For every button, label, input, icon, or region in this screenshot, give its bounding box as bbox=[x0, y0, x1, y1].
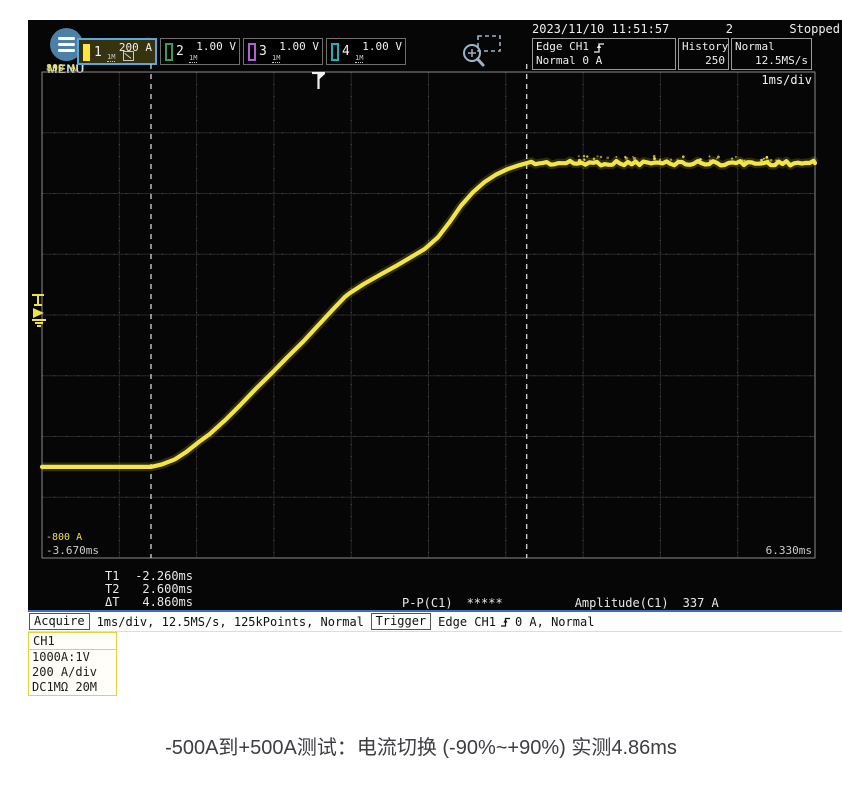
amplitude-value: 337 A bbox=[683, 596, 719, 610]
acquire-trigger-bar: Acquire 1ms/div, 12.5MS/s, 125kPoints, N… bbox=[28, 612, 842, 632]
impedance-icon: 1M bbox=[107, 53, 115, 62]
cursor-measurements: T1-2.260ms T22.600ms ΔT4.860ms bbox=[105, 570, 193, 609]
history-value: 250 bbox=[682, 54, 725, 68]
oscilloscope-screen: MENU 1200 A1M21.00 V1M31.00 V1M41.00 V1M… bbox=[28, 20, 842, 612]
channel-settings-row: 1200 A1M21.00 V1M31.00 V1M41.00 V1M bbox=[77, 38, 406, 65]
waveform-display bbox=[42, 72, 815, 558]
time-right-label: 6.330ms bbox=[766, 544, 812, 557]
pp-label: P-P(C1) bbox=[402, 596, 453, 610]
run-state: Stopped bbox=[789, 22, 840, 36]
history-box[interactable]: History 250 bbox=[678, 38, 729, 70]
auto-measurements: P-P(C1) ***** Amplitude(C1) 337 A bbox=[402, 596, 719, 610]
datetime: 2023/11/10 11:51:57 bbox=[532, 22, 669, 36]
sample-rate: 12.5MS/s bbox=[735, 54, 808, 68]
channel-box-4[interactable]: 4 1.00 V1M bbox=[326, 38, 406, 65]
status-row: 2023/11/10 11:51:57 2 Stopped bbox=[532, 22, 840, 36]
channel-scale-value: 1.00 V bbox=[362, 40, 402, 53]
channel-box-2[interactable]: 2 1.00 V1M bbox=[160, 38, 240, 65]
channel-box-1[interactable]: 1200 A1M bbox=[77, 38, 157, 65]
channel-number: 4 bbox=[342, 44, 350, 59]
channel-number: 3 bbox=[259, 44, 267, 59]
probe-icon bbox=[123, 51, 134, 61]
trigger-position-marker[interactable] bbox=[310, 71, 328, 95]
screenshot-root: MENU 1200 A1M21.00 V1M31.00 V1M41.00 V1M… bbox=[0, 0, 842, 788]
top-scale-label: 800 A bbox=[46, 63, 76, 74]
impedance-icon: 1M bbox=[189, 54, 197, 63]
trigger-info-box[interactable]: Edge CH1 Normal 0 A bbox=[532, 38, 676, 70]
bottom-scale-label: -800 A bbox=[46, 532, 82, 543]
channel1-level-marker[interactable] bbox=[29, 292, 49, 332]
channel-1-color-bar bbox=[83, 44, 90, 61]
history-label: History bbox=[682, 40, 725, 54]
trigger-type: Edge CH1 bbox=[536, 40, 589, 54]
cursor-dt-row: ΔT4.860ms bbox=[105, 596, 193, 609]
caption-text: -500A到+500A测试：电流切换 (-90%~+90%) 实测4.86ms bbox=[0, 731, 842, 760]
zoom-search-icon[interactable] bbox=[460, 34, 504, 70]
channel-box-3[interactable]: 3 1.00 V1M bbox=[243, 38, 323, 65]
pp-value: ***** bbox=[467, 596, 503, 610]
trigger-settings-level: 0 A, Normal bbox=[515, 615, 594, 629]
channel-4-color-bar bbox=[331, 43, 339, 61]
channel-scale-value: 1.00 V bbox=[279, 40, 319, 53]
trigger-settings: Edge CH1 0 A, Normal bbox=[431, 615, 601, 629]
channel1-title: CH1 bbox=[29, 633, 116, 650]
rising-edge-icon bbox=[500, 616, 511, 628]
channel-2-color-bar bbox=[165, 43, 173, 61]
impedance-icon: 1M bbox=[272, 54, 280, 63]
time-left-label: -3.670ms bbox=[46, 544, 99, 557]
rising-edge-icon bbox=[593, 41, 605, 54]
channel1-scale: 200 A/div bbox=[29, 665, 116, 680]
acquisition-count: 2 bbox=[726, 22, 733, 36]
channel-number: 1 bbox=[94, 45, 102, 60]
acquire-settings: 1ms/div, 12.5MS/s, 125kPoints, Normal bbox=[90, 615, 370, 629]
channel1-coupling: DC1MΩ 20M bbox=[29, 680, 116, 695]
acquisition-mode-box[interactable]: Normal 12.5MS/s bbox=[731, 38, 812, 70]
channel1-info-panel[interactable]: CH1 1000A:1V 200 A/div DC1MΩ 20M bbox=[28, 632, 117, 696]
trigger-mode: Normal 0 A bbox=[536, 54, 672, 68]
acquire-cell[interactable]: Acquire bbox=[29, 613, 90, 630]
trigger-settings-edge: Edge CH1 bbox=[438, 615, 496, 629]
acq-mode-label: Normal bbox=[735, 40, 808, 54]
channel-scale-value: 1.00 V bbox=[196, 40, 236, 53]
channel-3-color-bar bbox=[248, 43, 256, 61]
channel-number: 2 bbox=[176, 44, 184, 59]
channel1-probe-ratio: 1000A:1V bbox=[29, 650, 116, 665]
impedance-icon: 1M bbox=[355, 54, 363, 63]
amplitude-label: Amplitude(C1) bbox=[575, 596, 669, 610]
trigger-cell[interactable]: Trigger bbox=[371, 613, 432, 630]
